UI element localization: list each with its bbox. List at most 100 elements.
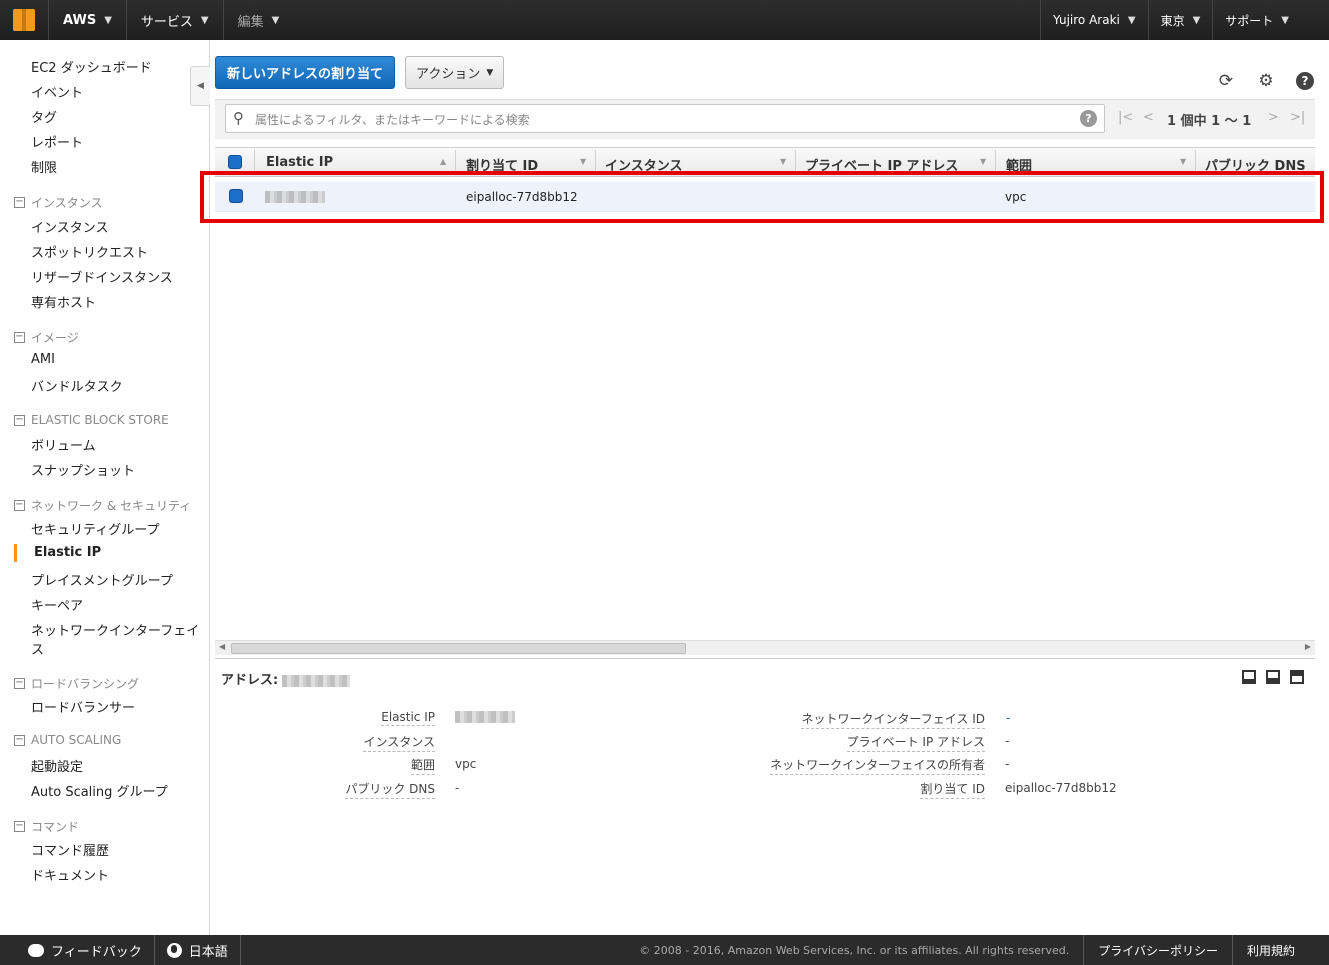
sidebar-item-network-interfaces[interactable]: ネットワークインターフェイス — [31, 620, 199, 658]
sidebar-item-spot-requests[interactable]: スポットリクエスト — [31, 242, 148, 261]
detail-label-network-interface-id: ネットワークインターフェイス ID — [801, 710, 985, 729]
horizontal-scrollbar[interactable]: ◀ ▶ — [215, 640, 1315, 655]
help-icon[interactable]: ? — [1295, 71, 1315, 91]
sidebar-item-snapshots[interactable]: スナップショット — [31, 460, 135, 479]
services-label: サービス — [140, 14, 193, 30]
sidebar-item-ec2-dashboard[interactable]: EC2 ダッシュボード — [31, 57, 152, 76]
gear-icon[interactable]: ⚙ — [1256, 71, 1276, 91]
sidebar-item-asg[interactable]: Auto Scaling グループ — [31, 781, 168, 800]
edit-menu[interactable]: 編集 ▼ — [222, 0, 294, 40]
network-interfaces-label-line1: ネットワークインターフェイ — [31, 624, 200, 639]
scroll-right-icon[interactable]: ▶ — [1305, 642, 1311, 651]
prev-page-icon[interactable]: < — [1143, 110, 1154, 125]
select-all-checkbox[interactable] — [228, 155, 242, 169]
last-page-icon[interactable]: >| — [1290, 110, 1305, 125]
sidebar-item-elastic-ip[interactable]: Elastic IP — [34, 545, 101, 560]
detail-value-scope: vpc — [455, 757, 477, 771]
feedback-button[interactable]: フィードバック — [0, 935, 155, 965]
collapse-minus-icon: − — [14, 499, 25, 511]
sidebar-item-placement-groups[interactable]: プレイスメントグループ — [31, 570, 173, 589]
sidebar-item-events[interactable]: イベント — [31, 82, 83, 101]
sort-icon[interactable]: ▼ — [1180, 157, 1186, 166]
sidebar-item-bundle-tasks[interactable]: バンドルタスク — [31, 376, 123, 395]
detail-value-private-ip: - — [1005, 734, 1010, 748]
feedback-label: フィードバック — [51, 944, 142, 960]
detail-label-network-interface-owner: ネットワークインターフェイスの所有者 — [770, 756, 985, 775]
globe-icon — [166, 942, 182, 958]
collapse-minus-icon: − — [14, 413, 25, 426]
sidebar-section-auto-scaling[interactable]: − AUTO SCALING — [14, 733, 121, 747]
sidebar-item-documents[interactable]: ドキュメント — [31, 865, 109, 884]
services-menu[interactable]: サービス ▼ — [125, 0, 223, 40]
sidebar-item-load-balancers[interactable]: ロードバランサー — [31, 697, 135, 716]
sidebar-section-commands[interactable]: − コマンド — [14, 818, 79, 835]
sidebar-item-reports[interactable]: レポート — [31, 132, 83, 151]
chevron-down-icon: ▼ — [271, 14, 280, 26]
detail-value-allocation-id: eipalloc-77d8bb12 — [1005, 781, 1117, 795]
sidebar-item-key-pairs[interactable]: キーペア — [31, 595, 83, 614]
region-label: 東京 — [1160, 13, 1185, 28]
sidebar-item-tags[interactable]: タグ — [31, 107, 57, 126]
sidebar-item-limits[interactable]: 制限 — [31, 157, 57, 176]
sidebar-item-dedicated-hosts[interactable]: 専有ホスト — [31, 292, 96, 311]
sort-icon[interactable]: ▼ — [780, 157, 786, 166]
sidebar-item-security-groups[interactable]: セキュリティグループ — [31, 519, 159, 538]
sidebar-item-instances[interactable]: インスタンス — [31, 217, 108, 236]
copyright-text: © 2008 - 2016, Amazon Web Services, Inc.… — [625, 935, 1085, 965]
aws-cube-logo-icon[interactable] — [0, 0, 48, 40]
speech-bubble-icon — [28, 943, 44, 957]
sidebar-collapse-toggle[interactable]: ◀ — [190, 66, 210, 106]
column-header-elastic-ip[interactable]: Elastic IP — [266, 155, 333, 170]
sidebar-item-launch-configs[interactable]: 起動設定 — [31, 756, 83, 775]
search-input[interactable]: ⚲ 属性によるフィルタ、またはキーワードによる検索 ? — [225, 104, 1105, 133]
search-placeholder: 属性によるフィルタ、またはキーワードによる検索 — [255, 113, 530, 127]
chevron-down-icon: ▼ — [1281, 14, 1289, 26]
sidebar-section-instances[interactable]: − インスタンス — [14, 194, 103, 211]
layout-bottom-pane-icon[interactable] — [1242, 670, 1256, 684]
sort-icon[interactable]: ▼ — [580, 157, 586, 166]
section-label: ロードバランシング — [31, 677, 140, 691]
terms-of-use-link[interactable]: 利用規約 — [1233, 935, 1329, 965]
footer: フィードバック 日本語 © 2008 - 2016, Amazon Web Se… — [0, 935, 1329, 965]
sidebar-section-ebs[interactable]: − ELASTIC BLOCK STORE — [14, 413, 169, 427]
collapse-minus-icon: − — [14, 331, 25, 343]
sidebar-item-reserved-instances[interactable]: リザーブドインスタンス — [31, 267, 173, 286]
scrollbar-thumb[interactable] — [231, 643, 686, 654]
collapse-minus-icon: − — [14, 196, 25, 208]
detail-title-label: アドレス: — [221, 673, 279, 688]
allocate-new-address-button[interactable]: 新しいアドレスの割り当て — [215, 56, 396, 89]
actions-label: アクション — [416, 67, 481, 82]
refresh-icon[interactable]: ⟳ — [1216, 71, 1236, 91]
section-label: コマンド — [31, 820, 80, 834]
aws-menu[interactable]: AWS ▼ — [48, 0, 126, 40]
language-button[interactable]: 日本語 — [155, 935, 241, 965]
sidebar-item-command-history[interactable]: コマンド履歴 — [31, 840, 109, 859]
sidebar-section-network-security[interactable]: − ネットワーク & セキュリティ — [14, 497, 191, 514]
detail-label-private-ip: プライベート IP アドレス — [846, 733, 985, 752]
sidebar-item-volumes[interactable]: ボリューム — [31, 435, 96, 454]
pane-splitter[interactable] — [215, 658, 1315, 662]
aws-label: AWS — [63, 12, 97, 28]
first-page-icon[interactable]: |< — [1118, 110, 1133, 125]
sidebar-section-images[interactable]: − イメージ — [14, 329, 79, 346]
search-help-icon[interactable]: ? — [1080, 110, 1097, 127]
privacy-policy-link[interactable]: プライバシーポリシー — [1084, 935, 1233, 965]
detail-value-network-interface-id[interactable]: - — [1006, 711, 1010, 725]
next-page-icon[interactable]: > — [1268, 110, 1279, 125]
language-label: 日本語 — [188, 944, 228, 960]
sort-ascending-icon[interactable]: ▲ — [440, 157, 446, 166]
layout-split-pane-icon[interactable] — [1266, 670, 1280, 684]
scroll-left-icon[interactable]: ◀ — [219, 642, 225, 651]
layout-top-pane-icon[interactable] — [1290, 670, 1304, 684]
sidebar-section-load-balancing[interactable]: − ロードバランシング — [14, 675, 139, 692]
user-menu[interactable]: Yujiro Araki ▼ — [1040, 0, 1148, 40]
actions-dropdown-button[interactable]: アクション ▼ — [405, 56, 505, 89]
region-menu[interactable]: 東京 ▼ — [1147, 0, 1213, 40]
detail-label-scope: 範囲 — [410, 756, 435, 775]
sidebar-item-ami[interactable]: AMI — [31, 352, 55, 367]
sort-icon[interactable]: ▼ — [980, 157, 986, 166]
edit-label: 編集 — [237, 14, 264, 30]
user-label: Yujiro Araki — [1053, 13, 1120, 27]
collapse-minus-icon: − — [14, 820, 25, 832]
support-menu[interactable]: サポート ▼ — [1212, 0, 1329, 40]
